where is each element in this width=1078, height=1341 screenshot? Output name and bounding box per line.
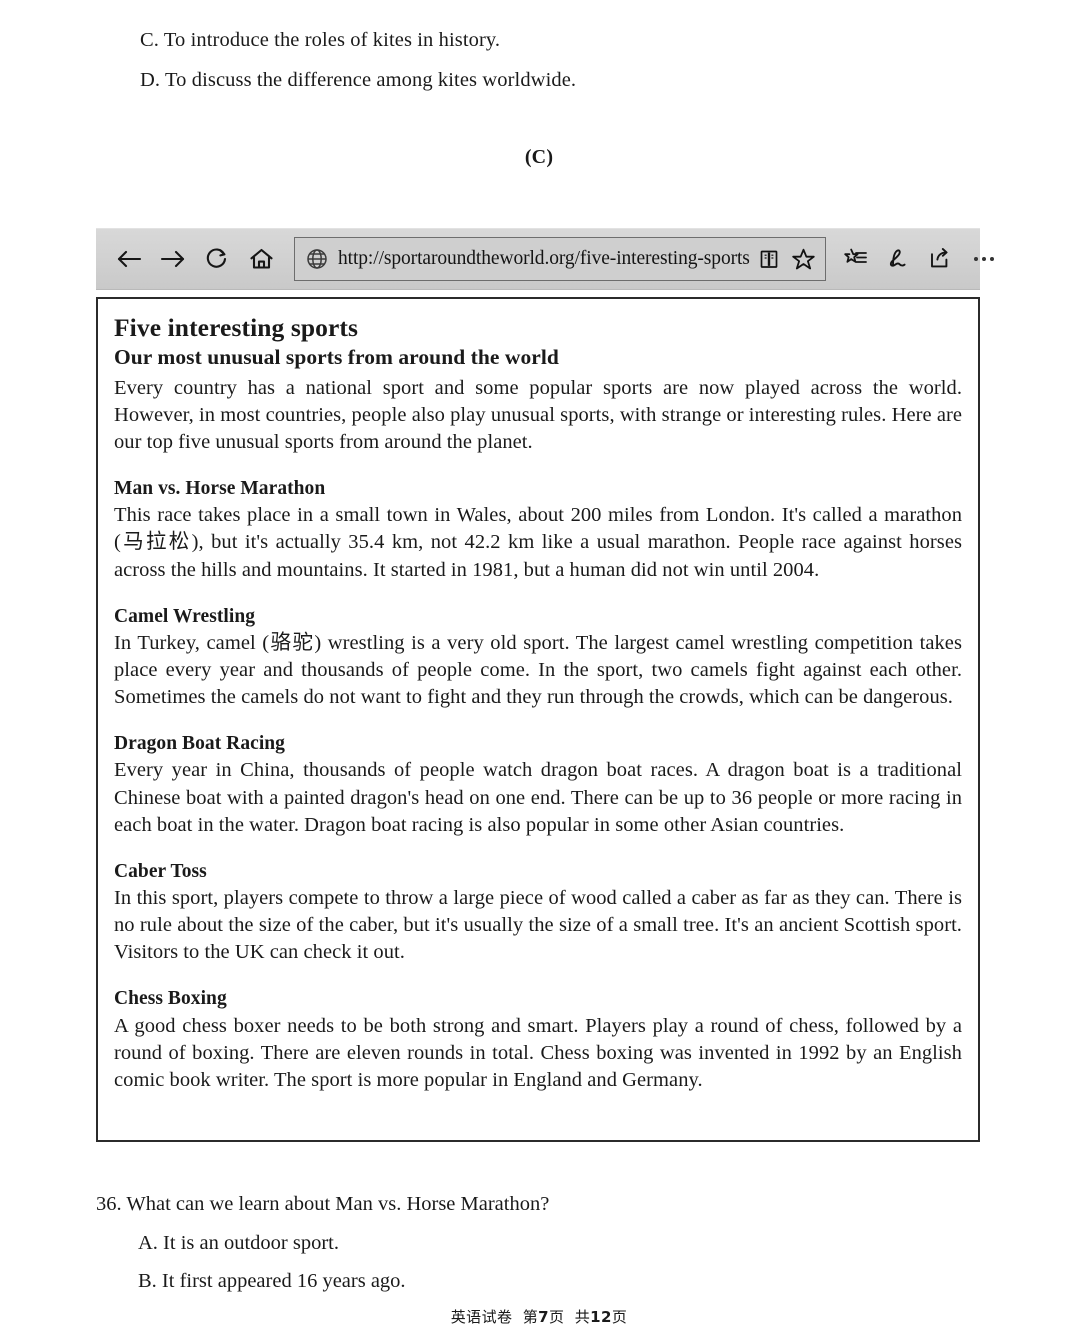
sport-paragraph: This race takes place in a small town in… <box>114 504 962 581</box>
sport-section-dragon-boat-racing: Dragon Boat Racing Every year in China, … <box>114 732 962 839</box>
sport-section-camel-wrestling: Camel Wrestling In Turkey, camel (骆驼) wr… <box>114 605 962 712</box>
option-c: C. To introduce the roles of kites in hi… <box>140 29 501 51</box>
question-stem: 36. What can we learn about Man vs. Hors… <box>96 1193 550 1215</box>
webpage-title: Five interesting sports <box>114 313 359 342</box>
sport-heading: Chess Boxing <box>114 988 227 1010</box>
page-footer: 英语试卷 第7页 共12页 <box>0 1306 1078 1327</box>
favorites-list-icon[interactable] <box>842 245 870 273</box>
footer-page-number: 7 <box>538 1308 549 1326</box>
ellipsis-dot <box>989 257 994 261</box>
ellipsis-dot <box>973 257 978 261</box>
sport-paragraph: A good chess boxer needs to be both stro… <box>114 1014 962 1091</box>
sport-heading: Man vs. Horse Marathon <box>114 478 326 500</box>
url-text[interactable]: http://sportaroundtheworld.org/five-inte… <box>338 248 750 270</box>
globe-icon <box>305 247 329 271</box>
question-36: 36. What can we learn about Man vs. Hors… <box>96 1194 976 1310</box>
navigation-buttons <box>114 244 276 274</box>
sport-paragraph: In Turkey, camel (骆驼) wrestling is a ver… <box>114 631 962 709</box>
url-bar-actions <box>750 246 817 272</box>
footer-page-prefix: 第 <box>522 1308 539 1326</box>
home-icon[interactable] <box>246 244 276 274</box>
sport-section-caber-toss: Caber Toss In this sport, players compet… <box>114 860 962 967</box>
footer-subject: 英语试卷 <box>450 1308 513 1326</box>
sport-paragraph: Every year in China, thousands of people… <box>114 759 962 836</box>
more-options-icon[interactable] <box>968 245 1000 273</box>
webpage-content: Five interesting sports Our most unusual… <box>96 297 980 1142</box>
sport-section-chess-boxing: Chess Boxing A good chess boxer needs to… <box>114 987 962 1094</box>
sport-section-man-vs-horse-marathon: Man vs. Horse Marathon This race takes p… <box>114 477 962 584</box>
browser-tools <box>842 245 1004 273</box>
web-note-pen-icon[interactable] <box>884 245 912 273</box>
back-arrow-icon[interactable] <box>114 244 144 274</box>
star-favorite-icon[interactable] <box>791 246 817 272</box>
reading-view-icon[interactable] <box>756 246 782 272</box>
previous-question-options: C. To introduce the roles of kites in hi… <box>140 30 940 109</box>
question-option-b[interactable]: B. It first appeared 16 years ago. <box>138 1271 976 1292</box>
sport-paragraph: In this sport, players compete to throw … <box>114 887 962 964</box>
webpage-intro-paragraph: Every country has a national sport and s… <box>114 376 962 453</box>
refresh-icon[interactable] <box>202 244 232 274</box>
webpage-subtitle: Our most unusual sports from around the … <box>114 345 559 370</box>
section-marker: (C) <box>524 146 554 168</box>
browser-toolbar: http://sportaroundtheworld.org/five-inte… <box>96 228 994 290</box>
browser-mock: http://sportaroundtheworld.org/five-inte… <box>96 228 994 1142</box>
share-icon[interactable] <box>926 245 954 273</box>
sport-heading: Camel Wrestling <box>114 605 256 627</box>
footer-page-suffix: 页 <box>548 1308 565 1326</box>
sport-heading: Dragon Boat Racing <box>114 733 285 755</box>
ellipsis-dot <box>981 257 986 261</box>
question-option-a[interactable]: A. It is an outdoor sport. <box>138 1232 976 1254</box>
footer-total-prefix: 共 <box>574 1308 591 1326</box>
forward-arrow-icon[interactable] <box>158 244 188 274</box>
url-bar[interactable]: http://sportaroundtheworld.org/five-inte… <box>294 237 826 281</box>
footer-total-suffix: 页 <box>611 1308 628 1326</box>
footer-total-pages: 12 <box>590 1308 612 1326</box>
exam-page: C. To introduce the roles of kites in hi… <box>0 0 1078 1341</box>
sport-heading: Caber Toss <box>114 860 207 882</box>
option-d: D. To discuss the difference among kites… <box>140 68 577 91</box>
